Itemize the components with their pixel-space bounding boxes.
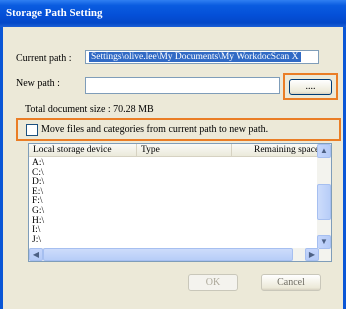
window-border-left — [0, 27, 3, 309]
column-header-device[interactable]: Local storage device — [29, 144, 137, 157]
list-item[interactable]: C:\ — [32, 168, 44, 178]
scroll-left-icon[interactable]: ◀ — [29, 248, 43, 261]
horizontal-scrollbar[interactable]: ◀ ▶ — [29, 248, 319, 261]
move-files-label: Move files and categories from current p… — [41, 124, 269, 135]
new-path-label: New path : — [16, 78, 60, 89]
horizontal-scroll-thumb[interactable] — [43, 248, 293, 261]
scroll-right-icon[interactable]: ▶ — [305, 248, 319, 261]
list-item[interactable]: G:\ — [32, 206, 44, 216]
list-item[interactable]: J:\ — [32, 235, 44, 245]
current-path-label: Current path : — [16, 53, 72, 64]
total-size-text: Total document size : 70.28 MB — [25, 104, 154, 115]
new-path-input[interactable] — [85, 77, 280, 94]
current-path-field[interactable]: Settings\olive.lee\My Documents\My Workd… — [85, 50, 319, 64]
storage-path-dialog: Storage Path Setting Current path : Sett… — [0, 0, 346, 309]
browse-button[interactable]: .... — [289, 79, 332, 95]
column-header-remaining[interactable]: Remaining space — [232, 144, 319, 157]
list-item[interactable]: I:\ — [32, 225, 44, 235]
list-header: Local storage device Type Remaining spac… — [29, 144, 331, 157]
cancel-button[interactable]: Cancel — [261, 274, 321, 291]
window-title: Storage Path Setting — [6, 7, 103, 19]
title-bar[interactable]: Storage Path Setting — [0, 0, 346, 27]
device-rows: A:\ C:\ D:\ E:\ F:\ G:\ H:\ I:\ J:\ — [32, 158, 44, 244]
scroll-down-icon[interactable]: ▼ — [317, 235, 331, 249]
ok-button[interactable]: OK — [188, 274, 238, 291]
list-item[interactable]: D:\ — [32, 177, 44, 187]
current-path-value: Settings\olive.lee\My Documents\My Workd… — [89, 52, 301, 62]
list-item[interactable]: H:\ — [32, 216, 44, 226]
scroll-up-icon[interactable]: ▲ — [317, 144, 331, 158]
list-item[interactable]: E:\ — [32, 187, 44, 197]
list-item[interactable]: A:\ — [32, 158, 44, 168]
vertical-scrollbar[interactable]: ▲ ▼ — [317, 144, 331, 261]
move-files-checkbox[interactable] — [26, 124, 38, 136]
vertical-scroll-thumb[interactable] — [317, 184, 331, 220]
storage-device-list[interactable]: Local storage device Type Remaining spac… — [28, 143, 332, 262]
column-header-type[interactable]: Type — [137, 144, 232, 157]
list-item[interactable]: F:\ — [32, 196, 44, 207]
